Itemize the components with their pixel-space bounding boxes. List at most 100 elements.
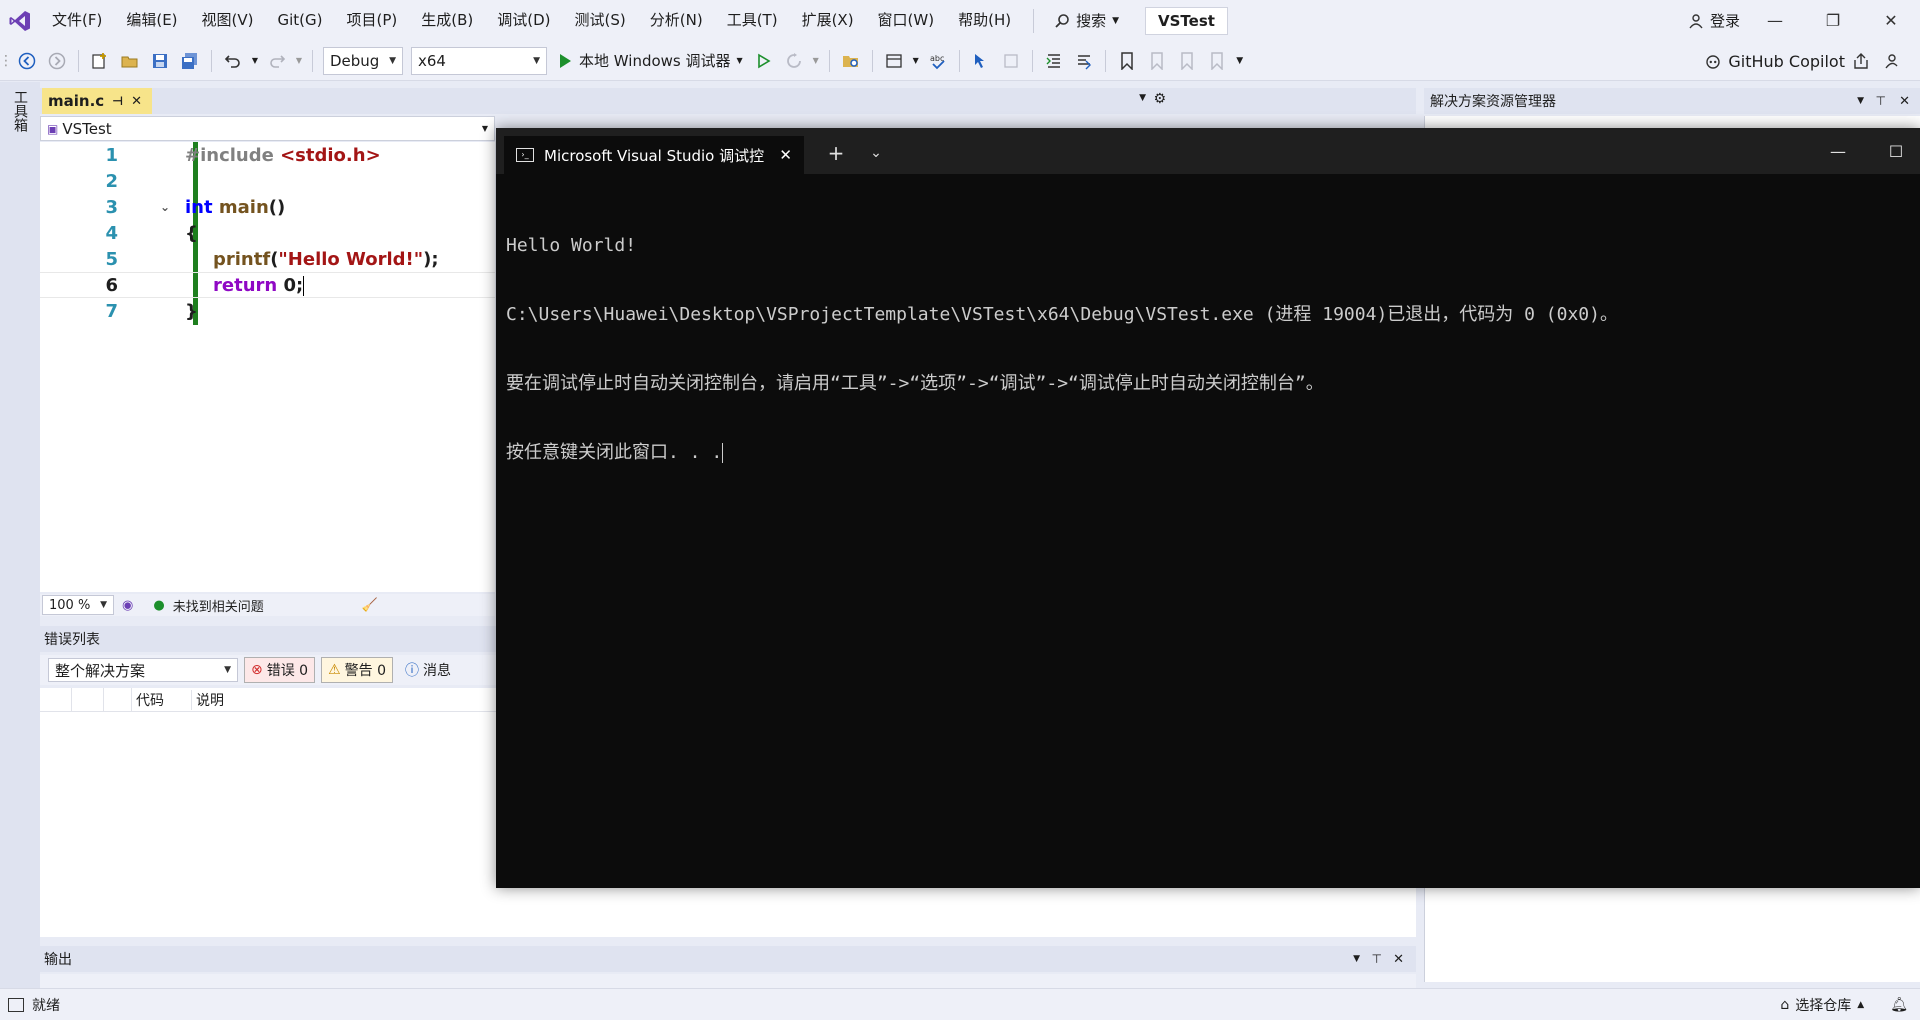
chevron-down-icon[interactable]: ▼ — [1857, 96, 1864, 106]
editor-navigation-bar[interactable]: ▣ VSTest ▼ — [40, 116, 495, 141]
console-tab-title: Microsoft Visual Studio 调试控 — [544, 146, 765, 165]
visual-studio-logo-icon[interactable] — [0, 0, 40, 41]
undo-button[interactable] — [220, 48, 246, 74]
forward-button[interactable] — [44, 48, 70, 74]
undo-dropdown-icon[interactable]: ▼ — [250, 48, 260, 74]
errors-filter-button[interactable]: ⊗ 错误 0 — [244, 657, 316, 683]
minimize-button[interactable]: — — [1746, 0, 1804, 41]
inspect-button[interactable] — [998, 48, 1024, 74]
console-maximize-button[interactable]: ☐ — [1876, 136, 1916, 166]
save-button[interactable] — [147, 48, 173, 74]
tab-dropdown-button[interactable]: ⌄ — [858, 136, 894, 170]
select-repo-label: 选择仓库 — [1795, 998, 1852, 1014]
hot-reload-dropdown-icon[interactable]: ▼ — [811, 48, 821, 74]
output-toolbar — [40, 974, 1416, 988]
share-button[interactable] — [1848, 48, 1874, 74]
menu-window[interactable]: 窗口(W) — [866, 0, 947, 41]
open-file-button[interactable] — [117, 48, 143, 74]
toolbar-overflow-icon[interactable]: ▼ — [1234, 48, 1246, 74]
spell-check-button[interactable]: abc — [925, 48, 951, 74]
menu-extensions[interactable]: 扩展(X) — [790, 0, 866, 41]
console-minimize-button[interactable]: — — [1818, 136, 1858, 166]
browse-folder-button[interactable] — [838, 48, 864, 74]
col-code-header[interactable]: 代码 — [132, 689, 192, 710]
repo-icon: ⌂ — [1780, 997, 1790, 1013]
zoom-combo[interactable]: 100 % ▼ — [42, 595, 114, 615]
close-tab-icon[interactable]: ✕ — [779, 146, 792, 164]
layout-button[interactable] — [881, 48, 907, 74]
console-tab[interactable]: ›_ Microsoft Visual Studio 调试控 ✕ — [504, 136, 804, 174]
line-number: 7 — [105, 300, 118, 322]
menu-build[interactable]: 生成(B) — [409, 0, 485, 41]
search-button[interactable]: 搜索 ▼ — [1044, 10, 1129, 31]
select-repo-button[interactable]: ⌂ 选择仓库 ▲ — [1780, 995, 1864, 1015]
left-tool-strip — [0, 82, 40, 988]
menu-git[interactable]: Git(G) — [266, 0, 335, 41]
col-severity[interactable] — [40, 687, 72, 712]
redo-dropdown-icon[interactable]: ▼ — [294, 48, 304, 74]
solution-config-combo[interactable]: Debug ▼ — [323, 46, 403, 75]
start-without-debugging-button[interactable] — [751, 48, 777, 74]
menu-help[interactable]: 帮助(H) — [946, 0, 1023, 41]
bookmark-button[interactable] — [1114, 48, 1140, 74]
layout-dropdown-icon[interactable]: ▼ — [911, 48, 921, 74]
prev-bookmark-icon — [1150, 51, 1163, 70]
messages-filter-button[interactable]: ⓘ 消息 — [399, 658, 457, 682]
close-tab-icon[interactable]: ✕ — [131, 94, 142, 109]
restore-button[interactable]: ❐ — [1804, 0, 1862, 41]
tab-overflow-icon[interactable]: ▼ — [1139, 93, 1146, 103]
select-element-button[interactable] — [968, 48, 994, 74]
menu-project[interactable]: 项目(P) — [335, 0, 410, 41]
col-description-header[interactable]: 说明 — [192, 690, 224, 710]
menu-tools[interactable]: 工具(T) — [715, 0, 790, 41]
copilot-icon — [1706, 55, 1721, 69]
collapse-icon[interactable]: ⌄ — [160, 200, 170, 214]
redo-button[interactable] — [264, 48, 290, 74]
close-icon[interactable]: ✕ — [1393, 952, 1404, 967]
save-all-button[interactable] — [177, 48, 203, 74]
github-copilot-button[interactable]: GitHub Copilot — [1704, 41, 1845, 81]
start-debugging-button[interactable]: 本地 Windows 调试器 ▼ — [551, 50, 749, 71]
col-suppression[interactable] — [72, 687, 104, 712]
warnings-filter-button[interactable]: ⚠ 警告 0 — [321, 657, 394, 683]
line-number: 4 — [105, 222, 118, 244]
intellicode-icon[interactable]: ◉ — [122, 598, 133, 613]
error-list-title: 错误列表 — [44, 632, 100, 648]
menu-test[interactable]: 测试(S) — [563, 0, 638, 41]
pin-icon[interactable]: ⊤ — [1876, 94, 1886, 108]
new-project-button[interactable] — [87, 48, 113, 74]
gear-icon[interactable]: ⚙ — [1153, 91, 1166, 107]
hot-reload-button[interactable] — [781, 48, 807, 74]
back-button[interactable] — [14, 48, 40, 74]
menu-view[interactable]: 视图(V) — [190, 0, 266, 41]
menu-analyze[interactable]: 分析(N) — [638, 0, 715, 41]
feedback-button[interactable] — [1880, 48, 1906, 74]
debug-console-window[interactable]: ›_ Microsoft Visual Studio 调试控 ✕ + ⌄ — ☐… — [496, 128, 1920, 888]
copilot-label: GitHub Copilot — [1728, 51, 1845, 71]
login-button[interactable]: 登录 — [1688, 0, 1740, 41]
pin-icon[interactable]: ⊣ — [112, 94, 123, 108]
col-icon[interactable] — [104, 687, 132, 712]
next-bookmark-button[interactable] — [1174, 48, 1200, 74]
code-editor[interactable]: 1 #include <stdio.h> 2 3 ⌄ int main() 4 … — [40, 142, 495, 592]
new-tab-button[interactable]: + — [816, 136, 856, 170]
clear-bookmarks-button[interactable] — [1204, 48, 1230, 74]
close-icon[interactable]: ✕ — [1899, 94, 1910, 109]
toolbox-tab[interactable]: 工具箱 — [10, 90, 30, 132]
tab-main-c[interactable]: main.c ⊣ ✕ — [42, 88, 152, 114]
notifications-bell-icon[interactable]: 🔔︎ — [1890, 997, 1908, 1013]
indent-button[interactable] — [1041, 48, 1067, 74]
pin-icon[interactable]: ⊤ — [1372, 952, 1382, 966]
menu-file[interactable]: 文件(F) — [40, 0, 114, 41]
errors-filter-label: 错误 0 — [266, 663, 309, 679]
play-outline-icon — [757, 53, 771, 68]
menu-edit[interactable]: 编辑(E) — [114, 0, 189, 41]
error-scope-combo[interactable]: 整个解决方案 ▼ — [48, 658, 238, 682]
solution-platform-combo[interactable]: x64 ▼ — [411, 46, 547, 75]
chevron-down-icon[interactable]: ▼ — [1353, 954, 1360, 964]
prev-bookmark-button[interactable] — [1144, 48, 1170, 74]
code-cleanup-icon[interactable]: 🧹 — [362, 598, 378, 613]
menu-debug[interactable]: 调试(D) — [485, 0, 562, 41]
close-button[interactable]: ✕ — [1862, 0, 1920, 41]
comment-button[interactable] — [1071, 48, 1097, 74]
